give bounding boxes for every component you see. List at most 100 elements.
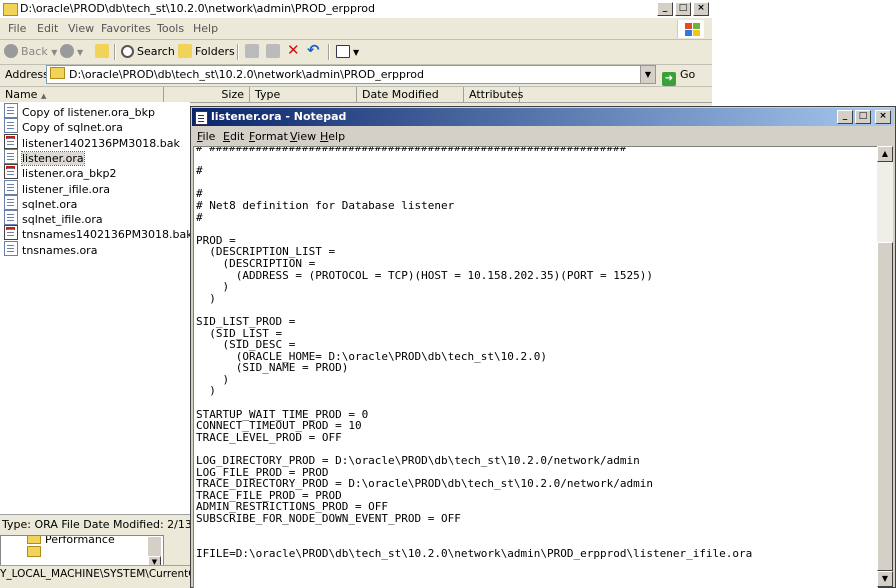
address-label: Address [5, 68, 49, 81]
notepad-menubar: File Edit Format View Help [192, 127, 894, 146]
column-attributes[interactable]: Attributes [464, 87, 523, 102]
file-name: tnsnames.ora [22, 243, 98, 257]
go-button[interactable]: ➜ Go [662, 66, 695, 86]
move-to-button[interactable] [245, 44, 262, 60]
move-to-icon [245, 44, 259, 58]
copy-to-icon [266, 44, 280, 58]
registry-tree-item[interactable]: Performance [27, 536, 115, 546]
file-list-item[interactable]: tnsnames1402136PM3018.bak [4, 225, 193, 242]
up-folder-icon [95, 44, 109, 58]
text-file-icon [4, 210, 18, 226]
windows-logo-icon [677, 20, 704, 38]
file-list-item[interactable]: Copy of listener.ora_bkp [4, 103, 155, 119]
text-file-icon [4, 103, 18, 118]
close-button[interactable]: × [875, 110, 891, 124]
bak-file-icon [4, 133, 18, 149]
scroll-down-button[interactable]: ▼ [877, 571, 893, 587]
file-list-item[interactable]: listener1402136PM3018.bak [4, 133, 180, 150]
file-name: sqlnet.ora [22, 197, 78, 211]
file-list-item[interactable]: tnsnames.ora [4, 240, 98, 257]
file-list-item[interactable]: listener_ifile.ora [4, 179, 110, 196]
file-name: listener.ora_bkp2 [22, 167, 117, 181]
minimize-button[interactable]: _ [837, 110, 853, 124]
explorer-menubar: File Edit View Favorites Tools Help [0, 19, 712, 40]
menu-tools[interactable]: Tools [157, 22, 184, 35]
address-bar: Address D:\oracle\PROD\db\tech_st\10.2.0… [0, 64, 712, 87]
text-file-icon [4, 194, 18, 210]
file-list-item[interactable]: sqlnet.ora [4, 194, 78, 211]
column-name[interactable]: Name ▲ [0, 87, 164, 102]
notepad-text-area[interactable]: # ######################################… [193, 146, 878, 588]
delete-button[interactable]: ✕ [287, 42, 300, 58]
text-file-icon [4, 148, 18, 164]
text-file-icon [4, 118, 18, 134]
menu-edit[interactable]: Edit [37, 22, 58, 35]
back-arrow-icon [4, 44, 18, 58]
menu-favorites[interactable]: Favorites [101, 22, 151, 35]
file-list-item[interactable]: listener.ora_bkp2 [4, 164, 117, 181]
undo-icon: ↶ [307, 41, 320, 59]
undo-button[interactable]: ↶ [307, 42, 320, 58]
minimize-button[interactable]: _ [657, 2, 673, 16]
folder-icon [50, 67, 65, 79]
file-name: Copy of sqlnet.ora [22, 121, 123, 135]
file-name: listener_ifile.ora [22, 182, 110, 196]
listener-ora-content: # ######################################… [196, 146, 753, 560]
folder-icon [3, 3, 18, 16]
search-button[interactable]: Search [121, 44, 175, 60]
notepad-vertical-scrollbar[interactable]: ▲ ▼ [877, 146, 893, 587]
file-list-header: Name ▲ Size Type Date Modified Attribute… [0, 87, 712, 103]
menu-view[interactable]: View [68, 22, 94, 35]
column-type[interactable]: Type [250, 87, 357, 102]
file-list-item[interactable]: Copy of sqlnet.ora [4, 118, 123, 135]
views-icon [336, 45, 350, 58]
folders-button[interactable]: Folders [178, 44, 235, 60]
file-list-item[interactable]: listener.ora [4, 148, 85, 166]
notepad-titlebar[interactable]: listener.ora - Notepad _ □ × [192, 108, 894, 126]
close-button[interactable]: × [693, 2, 709, 16]
menu-help[interactable]: Help [193, 22, 218, 35]
notepad-title: listener.ora - Notepad [211, 110, 347, 123]
go-arrow-icon: ➜ [662, 72, 676, 86]
scroll-thumb[interactable] [877, 242, 893, 571]
explorer-titlebar[interactable]: D:\oracle\PROD\db\tech_st\10.2.0\network… [0, 0, 712, 18]
notepad-menu-view[interactable]: View [290, 130, 316, 143]
forward-button[interactable]: ▼ [60, 44, 83, 60]
file-list-item[interactable]: sqlnet_ifile.ora [4, 210, 103, 227]
menu-file[interactable]: File [8, 22, 26, 35]
back-button[interactable]: Back ▼ [4, 44, 57, 60]
up-folder-button[interactable] [95, 44, 112, 60]
address-input[interactable]: D:\oracle\PROD\db\tech_st\10.2.0\network… [46, 65, 656, 84]
address-value: D:\oracle\PROD\db\tech_st\10.2.0\network… [69, 68, 424, 81]
file-name: Copy of listener.ora_bkp [22, 106, 155, 119]
address-dropdown-button[interactable]: ▼ [640, 66, 655, 83]
column-size[interactable]: Size [164, 87, 250, 102]
notepad-menu-file[interactable]: File [197, 130, 215, 143]
notepad-icon [195, 111, 208, 125]
notepad-window: listener.ora - Notepad _ □ × File Edit F… [190, 106, 896, 588]
maximize-button[interactable]: □ [855, 110, 871, 124]
explorer-status-bar: Type: ORA File Date Modified: 2/13/2014 … [0, 514, 192, 535]
explorer-title: D:\oracle\PROD\db\tech_st\10.2.0\network… [20, 2, 375, 15]
maximize-button[interactable]: □ [675, 2, 691, 16]
search-icon [121, 45, 134, 58]
views-button[interactable]: ▼ [336, 44, 359, 60]
scroll-up-button[interactable]: ▲ [877, 146, 893, 162]
file-list: Copy of listener.ora_bkp Copy of sqlnet.o… [0, 102, 193, 514]
registry-status-bar: Y_LOCAL_MACHINE\SYSTEM\CurrentContro [0, 565, 190, 582]
registry-tree-item[interactable] [27, 546, 45, 559]
notepad-menu-help[interactable]: Help [320, 130, 345, 143]
file-name: listener.ora [21, 150, 85, 166]
folders-icon [178, 44, 192, 58]
file-name: sqlnet_ifile.ora [22, 213, 103, 227]
bak-file-icon [4, 164, 18, 180]
file-name: tnsnames1402136PM3018.bak [22, 228, 193, 242]
bak-file-icon [4, 225, 18, 241]
explorer-toolbar: Back ▼ ▼ Search Folders ✕ ↶ ▼ [0, 40, 712, 65]
registry-editor-fragment: Performance ▼ Y_LOCAL_MACHINE\SYSTEM\Cur… [0, 535, 190, 588]
notepad-menu-format[interactable]: Format [249, 130, 288, 143]
column-date-modified[interactable]: Date Modified [357, 87, 464, 102]
notepad-menu-edit[interactable]: Edit [223, 130, 244, 143]
file-name: listener1402136PM3018.bak [22, 136, 180, 150]
copy-to-button[interactable] [266, 44, 283, 60]
